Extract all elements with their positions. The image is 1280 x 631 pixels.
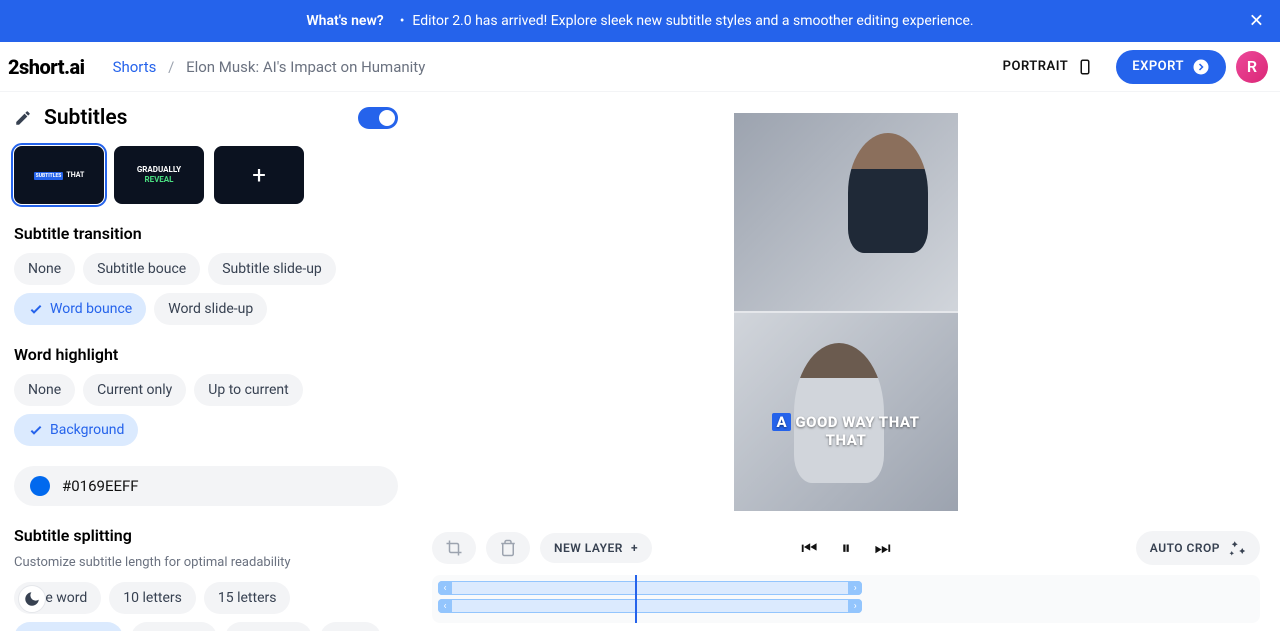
banner-prefix: What's new? — [306, 13, 383, 29]
split-subtitle: Customize subtitle length for optimal re… — [14, 555, 412, 570]
timeline[interactable]: ‹› ‹› — [432, 575, 1260, 623]
style-preset-highlight[interactable]: SUBTITLESTHAT — [14, 146, 104, 204]
delete-button[interactable] — [486, 532, 530, 564]
transition-options: None Subtitle bouce Subtitle slide-up Wo… — [14, 253, 412, 325]
auto-crop-button[interactable]: AUTO CROP — [1136, 531, 1260, 565]
help-button[interactable] — [18, 585, 46, 613]
wand-icon — [1228, 539, 1246, 557]
color-value: #0169EEFF — [62, 477, 139, 495]
highlight-title: Word highlight — [14, 345, 412, 364]
playhead[interactable] — [635, 575, 637, 623]
sidebar: Subtitles SUBTITLESTHAT GRADUALLYREVEAL … — [0, 92, 412, 631]
split-title: Subtitle splitting — [14, 526, 412, 545]
pill-25letters[interactable]: 25 letters — [131, 622, 218, 631]
pill-hl-current[interactable]: Current only — [83, 374, 186, 406]
check-icon — [28, 422, 44, 438]
edit-icon — [14, 109, 32, 127]
pill-subtitle-bounce[interactable]: Subtitle bouce — [83, 253, 200, 285]
arrow-right-circle-icon — [1192, 58, 1210, 76]
breadcrumb-current: Elon Musk: AI's Impact on Humanity — [186, 58, 425, 76]
new-layer-button[interactable]: NEW LAYER + — [540, 533, 652, 563]
crop-button[interactable] — [432, 532, 476, 564]
pill-hl-background[interactable]: Background — [14, 414, 138, 446]
check-icon — [28, 301, 44, 317]
pill-10letters[interactable]: 10 letters — [109, 582, 196, 614]
topbar: 2short.ai Shorts / Elon Musk: AI's Impac… — [0, 42, 1280, 92]
moon-icon — [23, 590, 41, 608]
pill-20letters[interactable]: 20 letters — [14, 622, 123, 631]
pill-hl-upto[interactable]: Up to current — [194, 374, 302, 406]
pause-icon[interactable]: ⏸ — [842, 538, 851, 559]
transition-title: Subtitle transition — [14, 224, 412, 243]
timeline-track[interactable]: ‹› — [438, 599, 862, 613]
pill-15letters[interactable]: 15 letters — [204, 582, 291, 614]
plus-icon: + — [631, 541, 638, 555]
subtitle-overlay: A GOOD WAY THATTHAT — [734, 413, 958, 449]
skip-forward-icon[interactable]: ⏭ — [875, 538, 891, 559]
close-icon[interactable]: ✕ — [1249, 11, 1264, 32]
orientation-button[interactable]: PORTRAIT — [989, 50, 1109, 84]
style-preset-reveal[interactable]: GRADUALLYREVEAL — [114, 146, 204, 204]
video-preview: A GOOD WAY THATTHAT — [412, 92, 1280, 531]
pill-30letters[interactable]: 30 letters — [225, 622, 312, 631]
split-options: One word 10 letters 15 letters 20 letter… — [14, 582, 412, 631]
breadcrumb: Shorts / Elon Musk: AI's Impact on Human… — [113, 58, 426, 76]
highlight-options: None Current only Up to current Backgrou… — [14, 374, 412, 446]
video-canvas[interactable]: A GOOD WAY THATTHAT — [734, 113, 958, 511]
highlight-color-picker[interactable]: #0169EEFF — [14, 466, 398, 506]
breadcrumb-root[interactable]: Shorts — [113, 58, 157, 76]
subtitles-toggle[interactable] — [358, 107, 398, 129]
timeline-track[interactable]: ‹› — [438, 581, 862, 595]
playback-controls: ⏮ ⏸ ⏭ — [801, 538, 890, 559]
pill-word-bounce[interactable]: Word bounce — [14, 293, 146, 325]
portrait-icon — [1076, 58, 1094, 76]
crop-icon — [445, 539, 463, 557]
logo[interactable]: 2short.ai — [8, 55, 85, 79]
stage: A GOOD WAY THATTHAT NEW LAYER + ⏮ — [412, 92, 1280, 631]
avatar[interactable]: R — [1236, 51, 1268, 83]
add-preset-button[interactable]: + — [214, 146, 304, 204]
pill-split-none[interactable]: None — [320, 622, 381, 631]
pill-hl-none[interactable]: None — [14, 374, 75, 406]
banner-text: Editor 2.0 has arrived! Explore sleek ne… — [412, 13, 973, 29]
announcement-banner: What's new? • Editor 2.0 has arrived! Ex… — [0, 0, 1280, 42]
skip-back-icon[interactable]: ⏮ — [801, 538, 817, 559]
trash-icon — [499, 539, 517, 557]
color-swatch — [30, 476, 50, 496]
panel-title: Subtitles — [44, 106, 346, 130]
pill-none[interactable]: None — [14, 253, 75, 285]
export-button[interactable]: EXPORT — [1116, 50, 1226, 84]
pill-subtitle-slideup[interactable]: Subtitle slide-up — [208, 253, 336, 285]
pill-word-slideup[interactable]: Word slide-up — [154, 293, 267, 325]
